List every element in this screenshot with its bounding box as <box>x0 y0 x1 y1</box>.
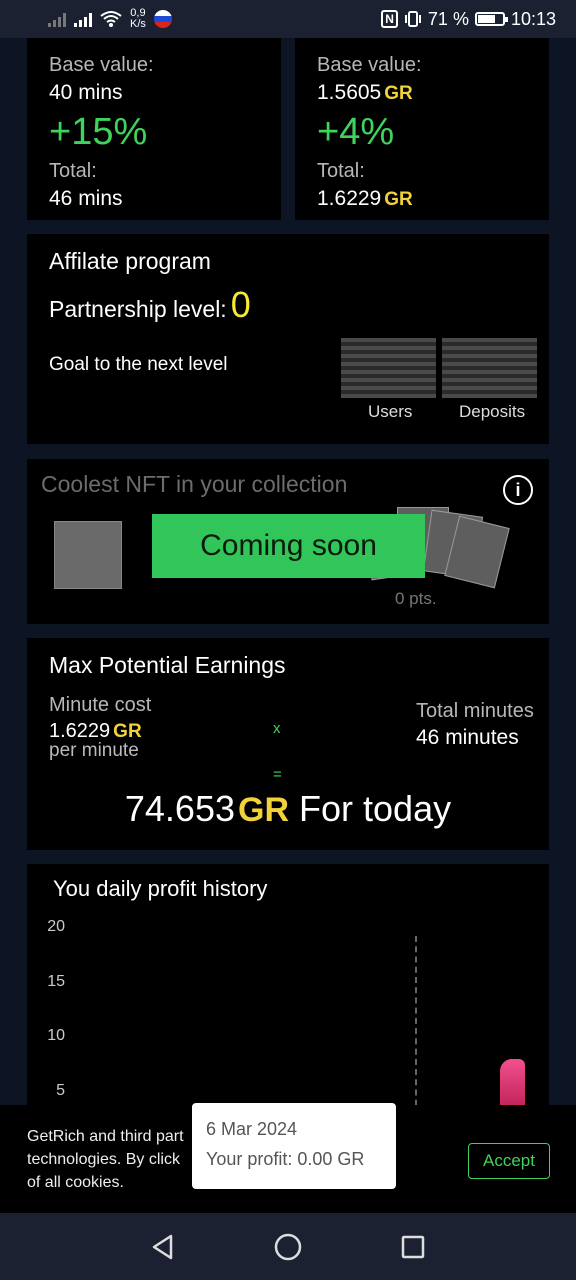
minute-cost-label: Minute cost <box>49 694 152 716</box>
rate-boost-card: Base value: 1.5605 GR +4% Total: 1.6229 GR <box>295 38 549 220</box>
signal-icon-2 <box>74 11 92 27</box>
total-value: 46 mins <box>49 187 123 210</box>
deposits-label: Deposits <box>459 402 526 421</box>
total-minutes-value: 46 minutes <box>416 726 519 749</box>
minutes-boost-card: Base value: 40 mins +15% Total: 46 mins <box>27 38 281 220</box>
accept-cookies-button[interactable]: Accept <box>468 1143 550 1179</box>
nft-card: Coolest NFT in your collection i Coming … <box>27 459 549 624</box>
deposits-progress-bar <box>442 338 537 398</box>
partnership-level: Partnership level: 0 <box>49 284 251 325</box>
users-label: Users <box>368 402 413 421</box>
total-label: Total: <box>317 160 365 182</box>
y-tick-label: 20 <box>47 918 65 935</box>
battery-percent: 71 % <box>427 8 469 29</box>
base-value-label: Base value: <box>49 54 154 76</box>
boost-percent: +15% <box>49 111 148 153</box>
net-speed: 0,9 K/s <box>130 7 146 30</box>
multiply-sign: x <box>273 720 281 737</box>
earnings-title: Max Potential Earnings <box>49 652 286 678</box>
partnership-level-value: 0 <box>230 284 251 325</box>
gr-currency-icon: GR <box>238 791 289 829</box>
tooltip-date: 6 Mar 2024 <box>206 1119 298 1139</box>
battery-icon <box>474 12 508 26</box>
system-nav-bar <box>0 1213 576 1280</box>
total-label: Total: <box>49 160 97 182</box>
status-bar: 0,9 K/s N 71 % 10:13 <box>0 0 576 38</box>
back-icon[interactable] <box>143 1227 183 1267</box>
hover-indicator-line <box>415 936 417 1116</box>
total-value: 1.6229 GR <box>317 187 413 210</box>
nft-thumbnail <box>54 521 122 589</box>
goal-label: Goal to the next level <box>49 354 228 375</box>
users-progress-bar <box>341 338 436 398</box>
total-minutes-label: Total minutes <box>416 700 534 722</box>
boost-percent: +4% <box>317 111 395 153</box>
nft-points: 0 pts. <box>395 589 437 608</box>
chart-tooltip: 6 Mar 2024 Your profit: 0.00 GR <box>192 1103 396 1189</box>
y-tick-label: 5 <box>56 1082 65 1099</box>
signal-icon <box>48 11 66 27</box>
nft-title: Coolest NFT in your collection <box>41 471 348 497</box>
recents-icon[interactable] <box>393 1227 433 1267</box>
affiliate-card: Affilate program Partnership level: 0 Goa… <box>27 234 549 444</box>
coming-soon-button[interactable]: Coming soon <box>152 514 425 578</box>
earnings-card: Max Potential Earnings Minute cost 1.622… <box>27 638 549 850</box>
info-icon[interactable]: i <box>503 475 533 505</box>
nfc-icon: N <box>381 10 398 28</box>
base-value: 1.5605 GR <box>317 81 413 104</box>
wifi-icon <box>100 11 122 27</box>
gr-currency-icon: GR <box>384 189 413 210</box>
total-earnings: 74.653GR For today <box>124 788 452 829</box>
clock: 10:13 <box>510 8 556 29</box>
y-tick-label: 15 <box>47 973 65 990</box>
tooltip-profit: Your profit: 0.00 GR <box>206 1149 365 1169</box>
equals-sign: = <box>273 766 282 783</box>
gr-currency-icon: GR <box>384 83 413 104</box>
y-tick-label: 10 <box>47 1027 65 1044</box>
affiliate-title: Affilate program <box>49 248 211 274</box>
vibrate-icon <box>404 11 421 27</box>
base-value: 40 mins <box>49 81 123 104</box>
history-title: You daily profit history <box>53 876 268 901</box>
per-minute-label: per minute <box>49 740 139 761</box>
base-value-label: Base value: <box>317 54 422 76</box>
home-icon[interactable] <box>268 1227 308 1267</box>
profit-history-card: You daily profit history 20 15 10 5 <box>27 864 549 1119</box>
russia-flag-icon <box>153 10 172 28</box>
